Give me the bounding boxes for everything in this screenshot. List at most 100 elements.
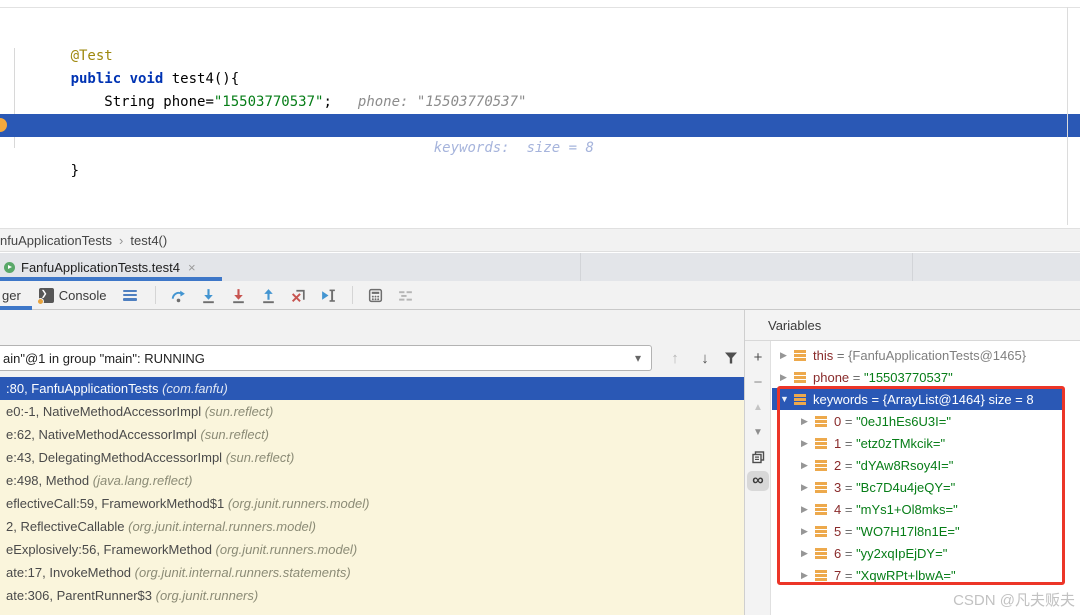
expand-arrow-icon[interactable]: ▶ (801, 482, 813, 493)
triangle-down-icon: ▼ (753, 426, 763, 438)
frame-row[interactable]: e0:-1, NativeMethodAccessorImpl (sun.ref… (0, 400, 744, 423)
evaluate-expression-button[interactable] (365, 285, 387, 305)
element-index: 4 (834, 501, 842, 517)
frame-package: (sun.reflect) (225, 450, 295, 465)
frame-location: e0:-1, NativeMethodAccessorImpl (6, 404, 205, 419)
code-line-annotation: @Test (0, 22, 1080, 64)
variable-row-phone[interactable]: ▶ phone = "15503770537" (772, 366, 1080, 388)
restore-layout-icon[interactable] (395, 285, 417, 305)
run-to-cursor-button[interactable] (318, 285, 340, 305)
plus-icon: + (753, 348, 763, 366)
equals-sign: = (833, 347, 849, 363)
expand-arrow-icon[interactable]: ▶ (801, 570, 813, 581)
expand-arrow-icon[interactable]: ▶ (780, 372, 792, 383)
code-line-method-signature: public void test4(){ (0, 45, 1080, 87)
equals-sign: = (841, 545, 857, 561)
expand-arrow-icon[interactable]: ▶ (801, 504, 813, 515)
frame-row-selected[interactable]: :80, FanfuApplicationTests (com.fanfu) (0, 377, 744, 400)
list-item-row[interactable]: ▶ 0 = "0eJ1hEs6U3I=" (772, 410, 1080, 432)
frame-package: (sun.reflect) (200, 427, 270, 442)
variable-icon (815, 481, 827, 493)
expand-arrow-icon[interactable]: ▶ (801, 526, 813, 537)
frame-row[interactable]: eExplosively:56, FrameworkMethod (org.ju… (0, 538, 744, 561)
breadcrumb-method[interactable]: test4() (130, 233, 167, 248)
list-item-row[interactable]: ▶ 4 = "mYs1+Ol8mks=" (772, 498, 1080, 520)
step-over-button[interactable] (168, 285, 190, 305)
variable-icon (815, 569, 827, 581)
expand-arrow-icon[interactable]: ▶ (780, 350, 792, 361)
code-line-keywords: List<String> keywords = this.keywords(ph… (0, 91, 1080, 133)
frame-location: e:43, DelegatingMethodAccessorImpl (6, 450, 226, 465)
breadcrumb: nfuApplicationTests › test4() (0, 228, 1080, 252)
collapse-arrow-icon[interactable]: ▼ (780, 394, 792, 404)
list-item-row[interactable]: ▶ 1 = "etz0zTMkcik=" (772, 432, 1080, 454)
element-value: "mYs1+Ol8mks=" (856, 501, 958, 517)
element-index: 3 (834, 479, 842, 495)
list-item-row[interactable]: ▶ 6 = "yy2xqIpEjDY=" (772, 542, 1080, 564)
list-item-row[interactable]: ▶ 5 = "WO7H17l8n1E=" (772, 520, 1080, 542)
next-frame-button[interactable]: ↓ (692, 345, 718, 371)
step-out-button[interactable] (258, 285, 280, 305)
test-run-green-icon (4, 261, 15, 273)
expand-arrow-icon[interactable]: ▶ (801, 548, 813, 559)
frame-row[interactable]: e:498, Method (java.lang.reflect) (0, 469, 744, 492)
remove-watch-button[interactable]: − (745, 372, 771, 392)
frame-package: (org.junit.internal.runners.statements) (134, 565, 351, 580)
expand-arrow-icon[interactable]: ▶ (801, 438, 813, 449)
console-tab-label: Console (58, 287, 107, 303)
variable-row-this[interactable]: ▶ this = {FanfuApplicationTests@1465} (772, 344, 1080, 366)
editor-right-border (1067, 7, 1068, 225)
variable-value: {FanfuApplicationTests@1465} (848, 347, 1027, 363)
variable-row-keywords[interactable]: ▼ keywords = {ArrayList@1464} size = 8 (772, 388, 1063, 410)
element-index: 6 (834, 545, 842, 561)
variable-value: {ArrayList@1464} (882, 391, 985, 407)
breadcrumb-class[interactable]: nfuApplicationTests (0, 233, 112, 248)
close-icon[interactable]: × (188, 260, 196, 275)
step-into-button[interactable] (198, 285, 220, 305)
console-icon (36, 287, 54, 305)
debugger-toolbar: ger Console (0, 281, 1080, 310)
thread-selector-dropdown[interactable]: ain"@1 in group "main": RUNNING ▾ (0, 345, 652, 371)
previous-frame-button[interactable]: ↑ (662, 345, 688, 371)
code-editor[interactable]: @Test public void test4(){ String phone=… (0, 0, 1080, 225)
add-watch-button[interactable]: + (745, 347, 771, 367)
force-step-into-button[interactable] (228, 285, 250, 305)
list-item-row[interactable]: ▶ 2 = "dYAw8Rsoy4I=" (772, 454, 1080, 476)
collection-size: size = 8 (984, 391, 1034, 407)
frame-package: (org.junit.runners.model) (215, 542, 358, 557)
expand-arrow-icon[interactable]: ▶ (801, 416, 813, 427)
list-item-row[interactable]: ▶ 3 = "Bc7D4u4jeQY=" (772, 476, 1080, 498)
tab-console[interactable]: Console (36, 287, 107, 305)
code-text: } (70, 163, 80, 179)
variable-icon (815, 415, 827, 427)
code-line-execution-point: System.out.println(keywords.size()); keyw… (0, 114, 1080, 156)
frame-location: ate:306, ParentRunner$3 (6, 588, 156, 603)
move-down-button[interactable]: ▼ (745, 422, 771, 442)
variable-icon (815, 525, 827, 537)
evaluate-watches-toggle[interactable]: ∞ (747, 471, 769, 491)
frame-location: ate:17, InvokeMethod (6, 565, 135, 580)
variable-icon (815, 503, 827, 515)
move-up-button[interactable]: ▲ (745, 397, 771, 417)
frame-row[interactable]: 2, ReflectiveCallable (org.junit.interna… (0, 515, 744, 538)
frame-row[interactable]: ate:306, ParentRunner$3 (org.junit.runne… (0, 584, 744, 607)
frame-row[interactable]: e:62, NativeMethodAccessorImpl (sun.refl… (0, 423, 744, 446)
element-value: "yy2xqIpEjDY=" (856, 545, 948, 561)
drop-frame-button[interactable] (288, 285, 310, 305)
hide-frames-filter-button[interactable] (720, 345, 742, 371)
list-item-row[interactable]: ▶ 7 = "XqwRPt+lbwA=" (772, 564, 1080, 586)
equals-sign: = (841, 435, 857, 451)
layout-options-icon[interactable] (122, 289, 137, 301)
frame-location: e:498, Method (6, 473, 93, 488)
frame-row[interactable]: e:43, DelegatingMethodAccessorImpl (sun.… (0, 446, 744, 469)
duplicate-watch-button[interactable] (745, 447, 771, 467)
equals-sign: = (841, 479, 857, 495)
frame-row[interactable]: eflectiveCall:59, FrameworkMethod$1 (org… (0, 492, 744, 515)
tab-debugger-partial[interactable]: ger (2, 288, 21, 303)
triangle-up-icon: ▲ (753, 401, 763, 413)
expand-arrow-icon[interactable]: ▶ (801, 460, 813, 471)
equals-sign: = (841, 457, 857, 473)
tab-strip-separator (912, 253, 913, 281)
frame-row[interactable]: ate:17, InvokeMethod (org.junit.internal… (0, 561, 744, 584)
tab-strip-separator (580, 253, 581, 281)
